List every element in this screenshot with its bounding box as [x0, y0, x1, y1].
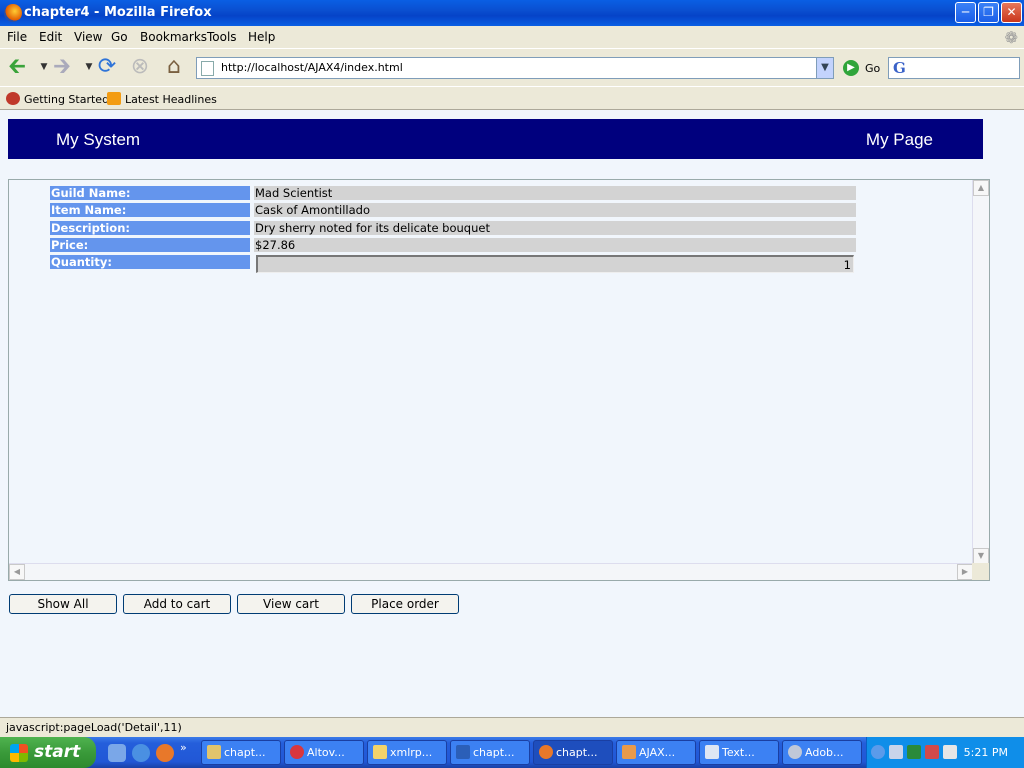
scroll-left-icon[interactable]: ◀ [9, 564, 25, 580]
stop-icon[interactable]: ⊗ [127, 55, 153, 81]
tray-network-icon[interactable] [889, 745, 903, 759]
minimize-button[interactable]: ─ [955, 2, 976, 23]
app-icon [622, 745, 636, 759]
field-value: $27.86 [254, 238, 856, 252]
task-button[interactable]: Altov... [284, 740, 364, 765]
url-text: http://localhost/AJAX4/index.html [221, 61, 403, 74]
menu-bar: File Edit View Go Bookmarks Tools Help ❁ [0, 26, 1024, 48]
google-search-icon[interactable]: G [893, 59, 906, 77]
field-value: Mad Scientist [254, 186, 856, 200]
title-bar: chapter4 - Mozilla Firefox ─ ❐ ✕ [0, 0, 1024, 26]
start-button[interactable]: start [0, 737, 96, 768]
task-button[interactable]: Text... [699, 740, 779, 765]
system-tray: 5:21 PM [866, 737, 1024, 768]
page-link[interactable]: My Page [866, 130, 933, 150]
bookmarks-toolbar: Getting Started Latest Headlines [0, 86, 1024, 110]
bookmark-latest-headlines[interactable]: Latest Headlines [107, 92, 217, 106]
go-icon[interactable]: ▶ [843, 60, 859, 76]
task-button[interactable]: AJAX... [616, 740, 696, 765]
throbber-icon: ❁ [1004, 28, 1018, 47]
quantity-row: Quantity: 1 [50, 255, 856, 273]
url-bar[interactable]: http://localhost/AJAX4/index.html ▼ [196, 57, 834, 79]
app-icon [207, 745, 221, 759]
horizontal-scrollbar[interactable]: ◀ ▶ [9, 563, 973, 580]
firefox-icon [4, 4, 22, 22]
menu-tools[interactable]: Tools [207, 30, 237, 44]
url-dropdown-icon[interactable]: ▼ [816, 58, 833, 78]
taskbar-clock: 5:21 PM [963, 746, 1008, 759]
go-label[interactable]: Go [865, 62, 880, 75]
field-label: Guild Name: [50, 186, 250, 200]
close-button[interactable]: ✕ [1001, 2, 1022, 23]
scroll-down-icon[interactable]: ▼ [973, 548, 989, 564]
add-to-cart-button[interactable]: Add to cart [123, 594, 231, 614]
tray-volume-icon[interactable] [943, 745, 957, 759]
folder-icon [373, 745, 387, 759]
forward-arrow-icon[interactable]: 🡲 [49, 55, 75, 81]
task-button[interactable]: Adob... [782, 740, 862, 765]
detail-row: Description: Dry sherry noted for its de… [50, 221, 856, 235]
reload-icon[interactable]: ⟳ [94, 55, 120, 81]
status-text: javascript:pageLoad('Detail',11) [6, 721, 182, 734]
status-bar: javascript:pageLoad('Detail',11) [0, 717, 1024, 737]
rss-icon [107, 92, 121, 105]
detail-row: Price: $27.86 [50, 238, 856, 252]
quicklaunch-more-icon[interactable]: » [180, 741, 198, 759]
firefox-icon [539, 745, 553, 759]
page-content: My System My Page Guild Name: Mad Scient… [0, 110, 1024, 717]
place-order-button[interactable]: Place order [351, 594, 459, 614]
field-value: Dry sherry noted for its delicate bouque… [254, 221, 856, 235]
quicklaunch-ie-icon[interactable] [132, 744, 150, 762]
home-icon[interactable]: ⌂ [161, 55, 187, 81]
quicklaunch-desktop-icon[interactable] [108, 744, 126, 762]
back-arrow-icon[interactable]: 🡰 [4, 55, 30, 81]
app-icon [290, 745, 304, 759]
window-title: chapter4 - Mozilla Firefox [24, 5, 212, 20]
menu-help[interactable]: Help [248, 30, 275, 44]
taskbar: start » chapt... Altov... xmlrp... chapt… [0, 737, 1024, 768]
vertical-scrollbar[interactable]: ▲ ▼ [972, 180, 989, 564]
menu-view[interactable]: View [74, 30, 102, 44]
field-label: Description: [50, 221, 250, 235]
scroll-up-icon[interactable]: ▲ [973, 180, 989, 196]
restore-button[interactable]: ❐ [978, 2, 999, 23]
scroll-right-icon[interactable]: ▶ [957, 564, 973, 580]
field-value: Cask of Amontillado [254, 203, 856, 217]
page-icon [201, 61, 214, 76]
view-cart-button[interactable]: View cart [237, 594, 345, 614]
scrollbar-corner [972, 563, 989, 580]
task-button-active[interactable]: chapt... [533, 740, 613, 765]
bookmark-icon [6, 92, 20, 105]
field-label: Item Name: [50, 203, 250, 217]
menu-file[interactable]: File [7, 30, 27, 44]
tray-app-icon[interactable] [925, 745, 939, 759]
notepad-icon [705, 745, 719, 759]
menu-go[interactable]: Go [111, 30, 128, 44]
detail-row: Item Name: Cask of Amontillado [50, 203, 856, 217]
tray-app-icon[interactable] [907, 745, 921, 759]
detail-panel: Guild Name: Mad Scientist Item Name: Cas… [8, 179, 990, 581]
navigation-toolbar: 🡰 ▼ 🡲 ▼ ⟳ ⊗ ⌂ http://localhost/AJAX4/ind… [0, 48, 1024, 86]
show-all-button[interactable]: Show All [9, 594, 117, 614]
adobe-icon [788, 745, 802, 759]
task-button[interactable]: xmlrp... [367, 740, 447, 765]
search-input[interactable]: G [888, 57, 1020, 79]
menu-bookmarks[interactable]: Bookmarks [140, 30, 207, 44]
system-title: My System [56, 130, 141, 149]
quicklaunch-firefox-icon[interactable] [156, 744, 174, 762]
menu-edit[interactable]: Edit [39, 30, 62, 44]
site-header: My System My Page [8, 119, 983, 159]
quantity-input[interactable]: 1 [256, 255, 854, 273]
detail-row: Guild Name: Mad Scientist [50, 186, 856, 200]
quantity-label: Quantity: [50, 255, 250, 269]
tray-arrow-icon[interactable] [871, 745, 885, 759]
task-button[interactable]: chapt... [201, 740, 281, 765]
field-label: Price: [50, 238, 250, 252]
windows-flag-icon [10, 744, 28, 762]
bookmark-getting-started[interactable]: Getting Started [6, 92, 109, 106]
task-button[interactable]: chapt... [450, 740, 530, 765]
word-icon [456, 745, 470, 759]
